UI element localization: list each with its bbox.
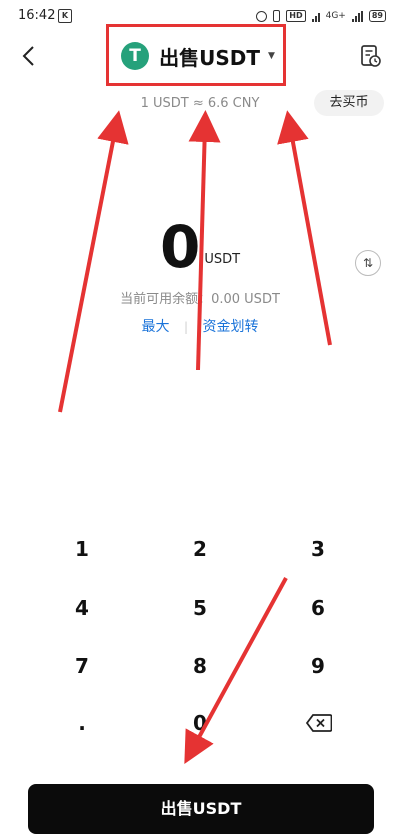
amount-display[interactable]: 0 USDT: [0, 214, 400, 280]
backspace-icon[interactable]: [306, 714, 332, 732]
link-divider: |: [183, 320, 189, 334]
status-time: 16:42: [18, 8, 56, 23]
battery-icon: 89: [368, 10, 386, 22]
key-7[interactable]: 7: [32, 641, 132, 691]
available-balance: 当前可用余额：0.00 USDT: [120, 292, 280, 307]
amount-value: 0: [159, 213, 201, 281]
sell-usdt-button[interactable]: 出售USDT: [28, 784, 374, 834]
alarm-icon: [256, 10, 268, 22]
key-2[interactable]: 2: [150, 524, 250, 574]
amount-unit: USDT: [204, 252, 241, 267]
order-history-icon[interactable]: [358, 44, 382, 68]
annotation-highlight-box: [106, 24, 286, 86]
signal-icon: [311, 11, 320, 22]
key-9[interactable]: 9: [268, 641, 368, 691]
network-type-label: 4G+: [325, 11, 346, 21]
transfer-link[interactable]: 资金划转: [202, 316, 258, 336]
key-1[interactable]: 1: [32, 524, 132, 574]
go-buy-button[interactable]: 去买币: [314, 90, 384, 116]
switch-currency-button[interactable]: ⇅: [355, 250, 381, 276]
amount-links: 最大 | 资金划转: [0, 316, 400, 336]
status-icons: HD 4G+ 89: [256, 8, 386, 24]
notification-app-icon: K: [58, 9, 72, 23]
key-3[interactable]: 3: [268, 524, 368, 574]
vibrate-icon: [273, 10, 281, 22]
key-dot[interactable]: .: [32, 698, 132, 748]
key-0[interactable]: 0: [150, 698, 250, 748]
key-4[interactable]: 4: [32, 583, 132, 633]
back-arrow-icon[interactable]: [18, 44, 42, 68]
key-6[interactable]: 6: [268, 583, 368, 633]
key-5[interactable]: 5: [150, 583, 250, 633]
key-8[interactable]: 8: [150, 641, 250, 691]
signal-icon-2: [351, 10, 363, 22]
hd-icon: HD: [286, 10, 306, 22]
max-link[interactable]: 最大: [142, 316, 170, 336]
